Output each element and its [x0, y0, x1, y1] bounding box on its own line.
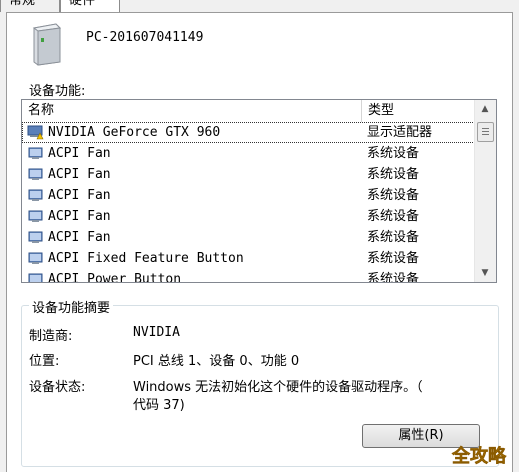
- scroll-up-arrow-icon[interactable]: ▲: [475, 100, 495, 118]
- system-device-icon: [28, 252, 43, 264]
- column-header-name[interactable]: 名称: [22, 100, 362, 122]
- device-functions-label: 设备功能:: [29, 84, 86, 99]
- column-header-type[interactable]: 类型: [362, 100, 475, 122]
- location-value: PCI 总线 1、设备 0、功能 0: [133, 354, 300, 369]
- device-function-name: ACPI Fan: [48, 209, 111, 224]
- list-item[interactable]: ACPI Fan 系统设备: [22, 185, 475, 206]
- device-function-type: 系统设备: [367, 209, 420, 224]
- device-function-name: ACPI Fan: [48, 230, 111, 245]
- device-function-name: ACPI Fan: [48, 188, 111, 203]
- device-function-type: 系统设备: [367, 146, 420, 161]
- device-status-line2: 代码 37): [133, 398, 185, 413]
- system-device-icon: [28, 147, 43, 159]
- manufacturer-value: NVIDIA: [133, 325, 180, 340]
- system-device-icon: [28, 273, 43, 282]
- device-function-name: NVIDIA GeForce GTX 960: [48, 125, 221, 140]
- device-function-type: 系统设备: [367, 188, 420, 203]
- device-status-label: 设备状态:: [29, 380, 86, 395]
- vertical-scrollbar[interactable]: ▲ ▼: [474, 100, 496, 282]
- system-device-icon: [28, 168, 43, 180]
- device-functions-list[interactable]: 名称 类型 NVIDIA GeForce GTX 960 显示适配器 ACPI Fa…: [21, 99, 497, 283]
- system-device-icon: [28, 210, 43, 222]
- scroll-thumb[interactable]: [477, 122, 494, 142]
- watermark-text: 全攻略: [451, 445, 507, 467]
- list-item[interactable]: ACPI Fan 系统设备: [22, 227, 475, 248]
- list-rows: NVIDIA GeForce GTX 960 显示适配器 ACPI Fan 系统设备 A…: [22, 122, 475, 283]
- device-function-type: 系统设备: [367, 272, 420, 283]
- device-function-type: 系统设备: [367, 251, 420, 266]
- list-item[interactable]: ACPI Fan 系统设备: [22, 206, 475, 227]
- list-item[interactable]: ACPI Fan 系统设备: [22, 164, 475, 185]
- location-label: 位置:: [29, 354, 60, 369]
- display-adapter-warning-icon: [27, 125, 44, 140]
- device-function-name: ACPI Fixed Feature Button: [48, 251, 244, 266]
- tab-general[interactable]: 常规: [0, 0, 60, 12]
- list-header: 名称 类型: [22, 100, 475, 123]
- device-function-type: 显示适配器: [367, 125, 433, 140]
- tab-strip: 常规 硬件: [0, 0, 519, 14]
- list-item[interactable]: NVIDIA GeForce GTX 960 显示适配器: [22, 122, 475, 143]
- list-item[interactable]: ACPI Power Button 系统设备: [22, 269, 475, 283]
- computer-icon: [32, 23, 62, 66]
- manufacturer-label: 制造商:: [29, 329, 73, 344]
- system-device-icon: [28, 189, 43, 201]
- list-item[interactable]: ACPI Fixed Feature Button 系统设备: [22, 248, 475, 269]
- summary-title: 设备功能摘要: [29, 297, 114, 316]
- system-device-icon: [28, 231, 43, 243]
- list-item[interactable]: ACPI Fan 系统设备: [22, 143, 475, 164]
- tab-hardware-label: 硬件: [69, 0, 96, 8]
- device-function-name: ACPI Fan: [48, 167, 111, 182]
- device-name: PC-201607041149: [86, 30, 204, 45]
- device-function-name: ACPI Power Button: [48, 272, 182, 283]
- scroll-down-arrow-icon[interactable]: ▼: [475, 264, 495, 282]
- tab-general-label: 常规: [9, 0, 36, 8]
- watermark-logo: 全攻略: [451, 445, 507, 468]
- device-status-line1: Windows 无法初始化这个硬件的设备驱动程序。（: [133, 380, 423, 395]
- device-function-type: 系统设备: [367, 167, 420, 182]
- device-function-name: ACPI Fan: [48, 146, 111, 161]
- device-function-type: 系统设备: [367, 230, 420, 245]
